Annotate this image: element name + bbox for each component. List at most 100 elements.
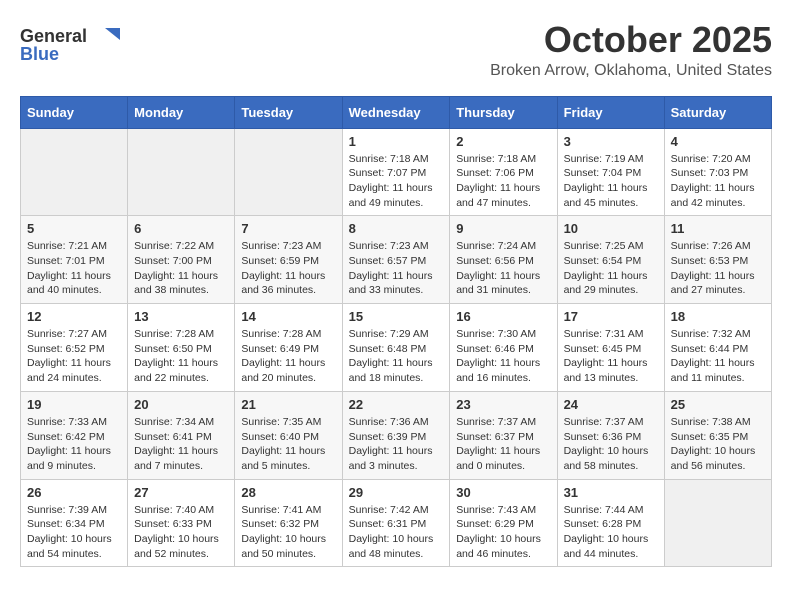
table-row	[664, 479, 771, 567]
day-info: Sunrise: 7:41 AMSunset: 6:32 PMDaylight:…	[241, 503, 335, 562]
day-info: Sunrise: 7:35 AMSunset: 6:40 PMDaylight:…	[241, 415, 335, 474]
day-number: 12	[27, 309, 121, 324]
day-number: 4	[671, 134, 765, 149]
table-row	[128, 128, 235, 216]
table-row: 14 Sunrise: 7:28 AMSunset: 6:49 PMDayligh…	[235, 304, 342, 392]
day-info: Sunrise: 7:32 AMSunset: 6:44 PMDaylight:…	[671, 327, 765, 386]
day-info: Sunrise: 7:37 AMSunset: 6:36 PMDaylight:…	[564, 415, 658, 474]
day-number: 22	[349, 397, 444, 412]
table-row: 16 Sunrise: 7:30 AMSunset: 6:46 PMDayligh…	[450, 304, 557, 392]
day-info: Sunrise: 7:18 AMSunset: 7:06 PMDaylight:…	[456, 152, 550, 211]
day-info: Sunrise: 7:42 AMSunset: 6:31 PMDaylight:…	[349, 503, 444, 562]
location: Broken Arrow, Oklahoma, United States	[490, 62, 772, 80]
day-info: Sunrise: 7:26 AMSunset: 6:53 PMDaylight:…	[671, 239, 765, 298]
day-number: 23	[456, 397, 550, 412]
table-row	[21, 128, 128, 216]
day-number: 25	[671, 397, 765, 412]
day-number: 31	[564, 485, 658, 500]
calendar-week-5: 26 Sunrise: 7:39 AMSunset: 6:34 PMDayligh…	[21, 479, 772, 567]
day-info: Sunrise: 7:38 AMSunset: 6:35 PMDaylight:…	[671, 415, 765, 474]
day-info: Sunrise: 7:22 AMSunset: 7:00 PMDaylight:…	[134, 239, 228, 298]
day-info: Sunrise: 7:33 AMSunset: 6:42 PMDaylight:…	[27, 415, 121, 474]
svg-text:General: General	[20, 26, 87, 46]
col-tuesday: Tuesday	[235, 96, 342, 128]
calendar-week-4: 19 Sunrise: 7:33 AMSunset: 6:42 PMDayligh…	[21, 391, 772, 479]
day-number: 18	[671, 309, 765, 324]
col-saturday: Saturday	[664, 96, 771, 128]
calendar-table: Sunday Monday Tuesday Wednesday Thursday…	[20, 96, 772, 568]
table-row: 19 Sunrise: 7:33 AMSunset: 6:42 PMDayligh…	[21, 391, 128, 479]
day-number: 19	[27, 397, 121, 412]
table-row: 3Sunrise: 7:19 AMSunset: 7:04 PMDaylight…	[557, 128, 664, 216]
day-info: Sunrise: 7:28 AMSunset: 6:49 PMDaylight:…	[241, 327, 335, 386]
day-number: 14	[241, 309, 335, 324]
day-number: 26	[27, 485, 121, 500]
month-title: October 2025	[490, 20, 772, 60]
table-row: 7 Sunrise: 7:23 AMSunset: 6:59 PMDaylight…	[235, 216, 342, 304]
table-row: 22 Sunrise: 7:36 AMSunset: 6:39 PMDayligh…	[342, 391, 450, 479]
day-number: 1	[349, 134, 444, 149]
day-info: Sunrise: 7:21 AMSunset: 7:01 PMDaylight:…	[27, 239, 121, 298]
day-info: Sunrise: 7:23 AMSunset: 6:59 PMDaylight:…	[241, 239, 335, 298]
day-info: Sunrise: 7:37 AMSunset: 6:37 PMDaylight:…	[456, 415, 550, 474]
table-row: 5 Sunrise: 7:21 AMSunset: 7:01 PMDaylight…	[21, 216, 128, 304]
day-number: 5	[27, 221, 121, 236]
table-row: 24 Sunrise: 7:37 AMSunset: 6:36 PMDayligh…	[557, 391, 664, 479]
table-row: 1 Sunrise: 7:18 AMSunset: 7:07 PMDaylight…	[342, 128, 450, 216]
day-info: Sunrise: 7:28 AMSunset: 6:50 PMDaylight:…	[134, 327, 228, 386]
col-wednesday: Wednesday	[342, 96, 450, 128]
table-row: 25 Sunrise: 7:38 AMSunset: 6:35 PMDayligh…	[664, 391, 771, 479]
day-info: Sunrise: 7:27 AMSunset: 6:52 PMDaylight:…	[27, 327, 121, 386]
day-info: Sunrise: 7:36 AMSunset: 6:39 PMDaylight:…	[349, 415, 444, 474]
table-row: 17Sunrise: 7:31 AMSunset: 6:45 PMDayligh…	[557, 304, 664, 392]
day-info: Sunrise: 7:18 AMSunset: 7:07 PMDaylight:…	[349, 152, 444, 211]
table-row: 28 Sunrise: 7:41 AMSunset: 6:32 PMDayligh…	[235, 479, 342, 567]
day-info: Sunrise: 7:20 AMSunset: 7:03 PMDaylight:…	[671, 152, 765, 211]
page-header: General Blue October 2025 Broken Arrow, …	[20, 20, 772, 80]
table-row: 4 Sunrise: 7:20 AMSunset: 7:03 PMDaylight…	[664, 128, 771, 216]
day-number: 28	[241, 485, 335, 500]
table-row: 6 Sunrise: 7:22 AMSunset: 7:00 PMDaylight…	[128, 216, 235, 304]
day-info: Sunrise: 7:29 AMSunset: 6:48 PMDaylight:…	[349, 327, 444, 386]
day-info: Sunrise: 7:24 AMSunset: 6:56 PMDaylight:…	[456, 239, 550, 298]
day-info: Sunrise: 7:34 AMSunset: 6:41 PMDaylight:…	[134, 415, 228, 474]
table-row: 20Sunrise: 7:34 AMSunset: 6:41 PMDayligh…	[128, 391, 235, 479]
day-number: 29	[349, 485, 444, 500]
logo-general: General Blue	[20, 20, 130, 70]
day-info: Sunrise: 7:25 AMSunset: 6:54 PMDaylight:…	[564, 239, 658, 298]
table-row: 31 Sunrise: 7:44 AMSunset: 6:28 PMDayligh…	[557, 479, 664, 567]
table-row: 30Sunrise: 7:43 AMSunset: 6:29 PMDayligh…	[450, 479, 557, 567]
logo: General Blue	[20, 20, 130, 70]
table-row: 12 Sunrise: 7:27 AMSunset: 6:52 PMDayligh…	[21, 304, 128, 392]
calendar-week-2: 5 Sunrise: 7:21 AMSunset: 7:01 PMDaylight…	[21, 216, 772, 304]
table-row: 15 Sunrise: 7:29 AMSunset: 6:48 PMDayligh…	[342, 304, 450, 392]
day-info: Sunrise: 7:30 AMSunset: 6:46 PMDaylight:…	[456, 327, 550, 386]
day-number: 13	[134, 309, 228, 324]
svg-text:Blue: Blue	[20, 44, 59, 64]
table-row: 26 Sunrise: 7:39 AMSunset: 6:34 PMDayligh…	[21, 479, 128, 567]
day-info: Sunrise: 7:39 AMSunset: 6:34 PMDaylight:…	[27, 503, 121, 562]
day-info: Sunrise: 7:44 AMSunset: 6:28 PMDaylight:…	[564, 503, 658, 562]
table-row	[235, 128, 342, 216]
day-number: 24	[564, 397, 658, 412]
day-number: 8	[349, 221, 444, 236]
col-monday: Monday	[128, 96, 235, 128]
day-number: 11	[671, 221, 765, 236]
calendar-week-3: 12 Sunrise: 7:27 AMSunset: 6:52 PMDayligh…	[21, 304, 772, 392]
table-row: 13 Sunrise: 7:28 AMSunset: 6:50 PMDayligh…	[128, 304, 235, 392]
day-number: 7	[241, 221, 335, 236]
day-number: 6	[134, 221, 228, 236]
day-number: 10	[564, 221, 658, 236]
table-row: 2Sunrise: 7:18 AMSunset: 7:06 PMDaylight…	[450, 128, 557, 216]
day-number: 3	[564, 134, 658, 149]
calendar-header-row: Sunday Monday Tuesday Wednesday Thursday…	[21, 96, 772, 128]
table-row: 10 Sunrise: 7:25 AMSunset: 6:54 PMDayligh…	[557, 216, 664, 304]
col-thursday: Thursday	[450, 96, 557, 128]
day-number: 21	[241, 397, 335, 412]
day-number: 16	[456, 309, 550, 324]
day-info: Sunrise: 7:40 AMSunset: 6:33 PMDaylight:…	[134, 503, 228, 562]
day-info: Sunrise: 7:31 AMSunset: 6:45 PMDaylight:…	[564, 327, 658, 386]
day-number: 15	[349, 309, 444, 324]
calendar-week-1: 1 Sunrise: 7:18 AMSunset: 7:07 PMDaylight…	[21, 128, 772, 216]
day-number: 30	[456, 485, 550, 500]
